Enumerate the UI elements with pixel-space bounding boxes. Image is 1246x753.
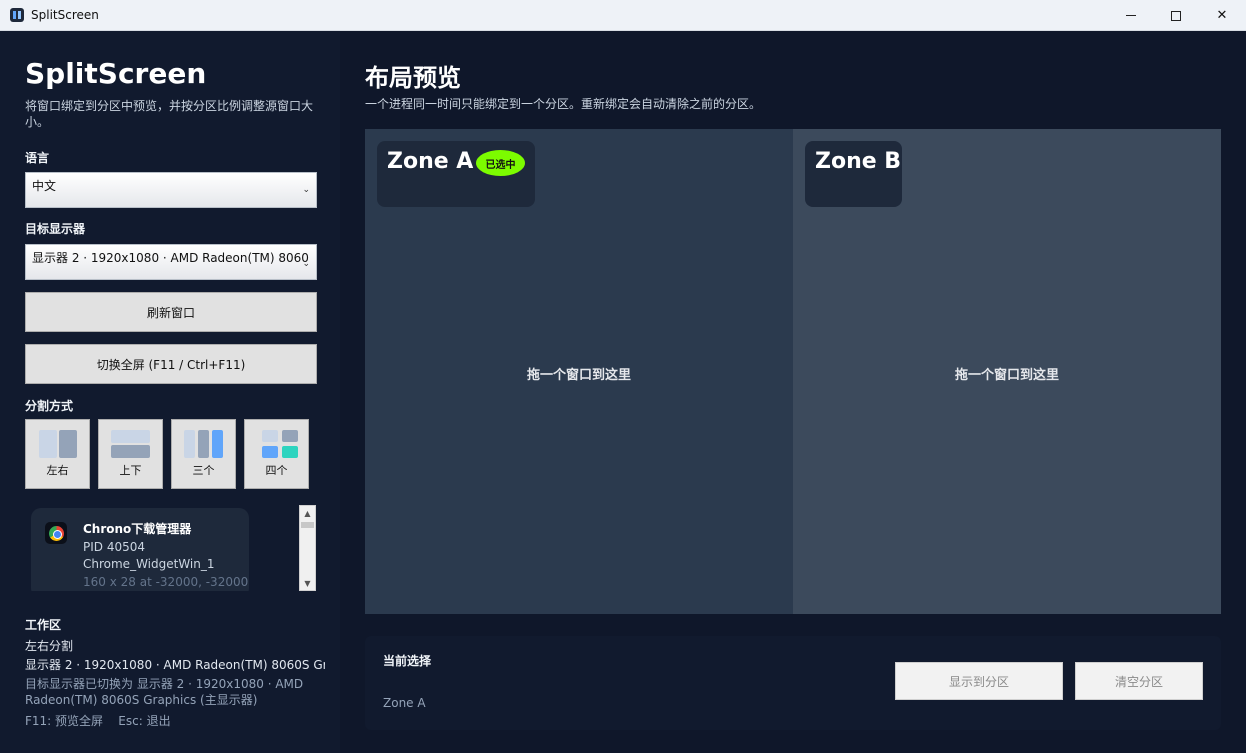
language-value: 中文 bbox=[32, 179, 57, 193]
split-option-label: 四个 bbox=[265, 464, 288, 477]
zone-a-tag: Zone A 已选中 bbox=[377, 141, 535, 207]
monitor-value: 显示器 2 · 1920x1080 · AMD Radeon(TM) 8060 bbox=[32, 251, 309, 265]
window-list-scrollbar[interactable]: ▲ ▼ bbox=[299, 505, 316, 591]
maximize-button[interactable] bbox=[1153, 0, 1199, 31]
chrome-icon bbox=[45, 522, 67, 544]
sidebar-description: 将窗口绑定到分区中预览，并按分区比例调整源窗口大小。 bbox=[25, 99, 314, 129]
selection-panel: 当前选择 Zone A 显示到分区 清空分区 bbox=[365, 636, 1221, 730]
drop-hint: 拖一个窗口到这里 bbox=[954, 368, 1059, 383]
sidebar-title: SplitScreen bbox=[25, 57, 207, 90]
close-button[interactable]: ✕ bbox=[1199, 0, 1245, 31]
split-four-button[interactable]: 四个 bbox=[244, 419, 309, 489]
layout-top-bottom-icon bbox=[111, 430, 150, 443]
split-top-bottom-button[interactable]: 上下 bbox=[98, 419, 163, 489]
zone-name: Zone A bbox=[387, 149, 474, 174]
show-in-zone-button[interactable]: 显示到分区 bbox=[895, 662, 1063, 700]
split-left-right-button[interactable]: 左右 bbox=[25, 419, 90, 489]
workspace-split-mode: 左右分割 bbox=[25, 639, 74, 653]
minimize-button[interactable] bbox=[1108, 0, 1154, 31]
split-mode-label: 分割方式 bbox=[25, 399, 74, 413]
split-option-label: 三个 bbox=[192, 464, 215, 477]
zone-b-tag: Zone B bbox=[805, 141, 902, 207]
workspace-status: 目标显示器已切换为 显示器 2 · 1920x1080 · AMD Radeon… bbox=[25, 677, 304, 707]
refresh-windows-button[interactable]: 刷新窗口 bbox=[25, 292, 317, 332]
split-three-button[interactable]: 三个 bbox=[171, 419, 236, 489]
zone-name: Zone B bbox=[815, 149, 902, 174]
window-card-class: Chrome_WidgetWin_1 bbox=[83, 557, 215, 571]
scroll-thumb[interactable] bbox=[301, 522, 314, 528]
language-label: 语言 bbox=[25, 151, 50, 165]
monitor-select[interactable]: 显示器 2 · 1920x1080 · AMD Radeon(TM) 8060 … bbox=[25, 244, 317, 280]
split-option-label: 上下 bbox=[119, 464, 142, 477]
sidebar: SplitScreen 将窗口绑定到分区中预览，并按分区比例调整源窗口大小。 语… bbox=[0, 31, 340, 753]
current-selection-label: 当前选择 bbox=[383, 654, 432, 668]
close-icon: ✕ bbox=[1216, 8, 1228, 23]
zone-a[interactable]: Zone A 已选中 拖一个窗口到这里 bbox=[365, 129, 793, 614]
toggle-fullscreen-button[interactable]: 切换全屏 (F11 / Ctrl+F11) bbox=[25, 344, 317, 384]
scroll-down-icon[interactable]: ▼ bbox=[300, 576, 315, 590]
layout-three-icon bbox=[184, 430, 195, 458]
language-select[interactable]: 中文 ⌄ bbox=[25, 172, 317, 208]
window-card-title: Chrono下载管理器 bbox=[83, 522, 192, 536]
drop-hint: 拖一个窗口到这里 bbox=[526, 368, 631, 383]
chevron-down-icon: ⌄ bbox=[302, 185, 310, 195]
layout-four-icon bbox=[262, 430, 278, 442]
window-card[interactable]: Chrono下载管理器 PID 40504 Chrome_WidgetWin_1… bbox=[31, 508, 249, 591]
window-card-pid: PID 40504 bbox=[83, 540, 146, 554]
title-bar: SplitScreen ✕ bbox=[0, 0, 1246, 31]
current-selection-value: Zone A bbox=[383, 696, 426, 710]
workspace-shortcuts: F11: 预览全屏 Esc: 退出 bbox=[25, 714, 171, 728]
workspace-label: 工作区 bbox=[25, 618, 62, 632]
minimize-icon bbox=[1126, 15, 1136, 16]
workspace-monitor: 显示器 2 · 1920x1080 · AMD Radeon(TM) 8060S… bbox=[25, 658, 325, 672]
selected-badge: 已选中 bbox=[476, 150, 525, 176]
window-card-geometry: 160 x 28 at -32000, -32000 bbox=[83, 575, 249, 589]
page-title: 布局预览 bbox=[365, 64, 461, 92]
window-title: SplitScreen bbox=[31, 8, 99, 22]
clear-zone-button[interactable]: 清空分区 bbox=[1075, 662, 1203, 700]
maximize-icon bbox=[1171, 10, 1181, 21]
zone-b[interactable]: Zone B 拖一个窗口到这里 bbox=[793, 129, 1221, 614]
window-list: Chrono下载管理器 PID 40504 Chrome_WidgetWin_1… bbox=[25, 505, 317, 591]
monitor-label: 目标显示器 bbox=[25, 222, 86, 236]
page-description: 一个进程同一时间只能绑定到一个分区。重新绑定会自动清除之前的分区。 bbox=[365, 97, 762, 111]
chevron-down-icon: ⌄ bbox=[302, 259, 310, 269]
split-option-label: 左右 bbox=[46, 464, 69, 477]
scroll-up-icon[interactable]: ▲ bbox=[300, 506, 315, 520]
layout-left-right-icon bbox=[39, 430, 57, 458]
app-icon bbox=[10, 8, 24, 22]
